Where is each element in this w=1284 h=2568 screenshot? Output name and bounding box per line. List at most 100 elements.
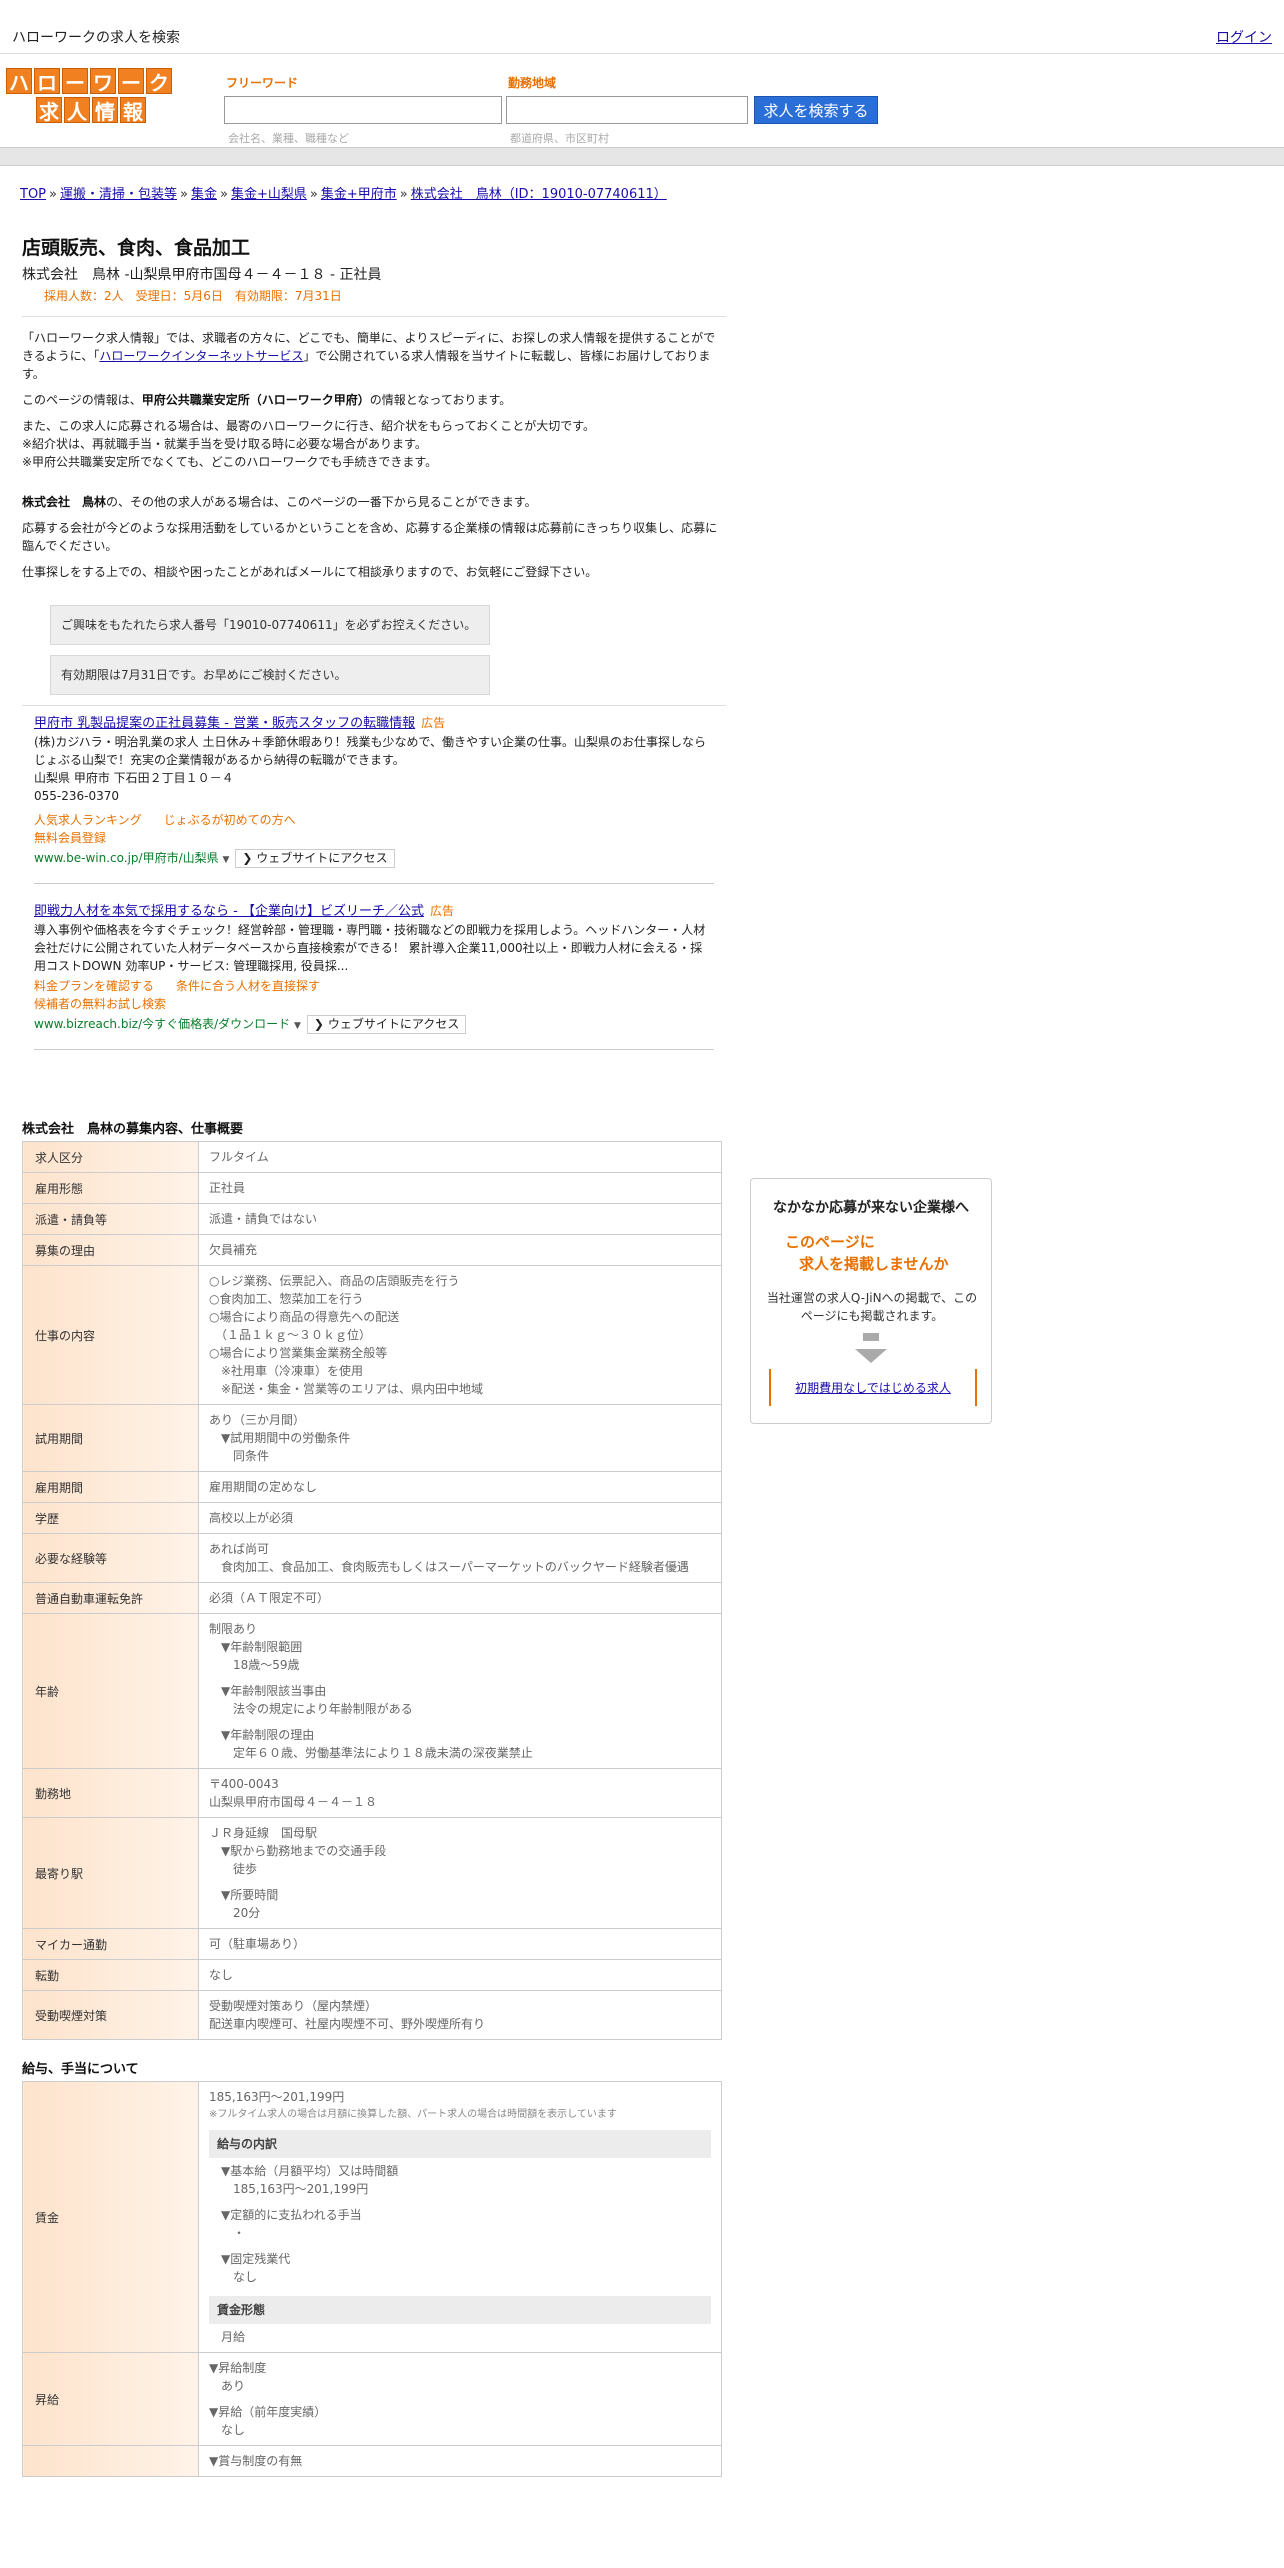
arrow-down-icon <box>855 1349 887 1363</box>
row-value-line <box>209 1718 711 1726</box>
breakdown-head: 給与の内訳 <box>209 2130 711 2158</box>
row-value-line: 高校以上が必須 <box>209 1511 294 1525</box>
row-value-line: ▼年齢制限範囲 <box>209 1640 303 1654</box>
fixed-label: ▼定額的に支払われる手当 <box>221 2208 362 2222</box>
visit-website-label: ウェブサイトにアクセス <box>256 851 388 865</box>
promo-link-box: 初期費用なしではじめる求人 <box>769 1369 977 1406</box>
area-input[interactable] <box>506 96 748 124</box>
salary-table: 賃金 185,163円〜201,199円 ※フルタイム求人の場合は月額に換算した… <box>22 2081 722 2477</box>
source-paragraph: このページの情報は、甲府公共職業安定所（ハローワーク甲府）の情報となっております… <box>22 391 726 409</box>
source-office: 甲府公共職業安定所（ハローワーク甲府） <box>141 393 370 407</box>
row-value: 可（駐車場あり） <box>198 1928 722 1960</box>
breadcrumb-separator: » <box>49 187 57 202</box>
row-value: 185,163円〜201,199円 ※フルタイム求人の場合は月額に換算した額、パ… <box>198 2081 722 2353</box>
row-value-line: 可（駐車場あり） <box>209 1937 306 1951</box>
wage-range: 185,163円〜201,199円 <box>209 2090 345 2104</box>
table-row: ▼賞与制度の有無 <box>22 2445 722 2477</box>
row-key: 派遣・請負等 <box>22 1203 199 1235</box>
source-text: の情報となっております。 <box>369 393 512 407</box>
table-row: 必要な経験等 あれば尚可 食肉加工、食品加工、食肉販売もしくはスーパーマーケットの… <box>22 1533 722 1583</box>
table-row: 賃金 185,163円〜201,199円 ※フルタイム求人の場合は月額に換算した… <box>22 2081 722 2353</box>
breadcrumb-separator: » <box>219 187 228 202</box>
ot-value: なし <box>233 2270 258 2284</box>
ad-sitelink[interactable]: 料金プランを確認する <box>34 979 154 993</box>
row-value-line: 18歳〜59歳 <box>209 1658 300 1672</box>
row-value-line: ＪＲ身延線 国母駅 <box>209 1826 318 1840</box>
intro-paragraph: 「ハローワーク求人情報」では、求職者の方々に、どこでも、簡単に、よりスピーディに… <box>22 329 726 383</box>
ad-sitelink[interactable]: 条件に合う人材を直接探す <box>176 979 320 993</box>
row-value-line: 〒400-0043 <box>209 1777 279 1791</box>
ad-phone[interactable]: 055-236-0370 <box>34 787 714 805</box>
row-value-line: ○場合により商品の得意先への配送 <box>209 1310 400 1324</box>
ad-url[interactable]: www.be-win.co.jp/甲府市/山梨県 <box>34 851 219 865</box>
row-value-line: ▼年齢制限該当事由 <box>209 1684 327 1698</box>
table-row: 雇用形態 正社員 <box>22 1172 722 1204</box>
keyword-hint: 会社名、業種、職種など <box>228 132 349 145</box>
table-row: 雇用期間 雇用期間の定めなし <box>22 1471 722 1503</box>
promo-title: なかなか応募が来ない企業様へ <box>773 1200 969 1216</box>
search-button[interactable]: 求人を検索する <box>754 96 878 124</box>
ad-sitelinks: 料金プランを確認する 条件に合う人材を直接探す <box>34 977 714 995</box>
visit-website-button[interactable]: ❯ ウェブサイトにアクセス <box>235 849 395 868</box>
ad-url[interactable]: www.bizreach.biz/今すぐ価格表/ダウンロード <box>34 1017 290 1031</box>
row-key: 転勤 <box>22 1959 199 1991</box>
breadcrumb-link[interactable]: 運搬・清掃・包装等 <box>60 187 177 202</box>
table-row: 年齢 制限あり ▼年齢制限範囲 18歳〜59歳 ▼年齢制限該当事由 法令の規定によ… <box>22 1613 722 1769</box>
internet-service-link[interactable]: ハローワークインターネットサービス <box>99 349 303 363</box>
visit-website-button[interactable]: ❯ ウェブサイトにアクセス <box>306 1015 467 1034</box>
promo-text: 当社運営の求人Q-JiNへの掲載で、このページにも掲載されます。 <box>766 1291 978 1323</box>
breadcrumb-separator: » <box>399 187 408 202</box>
ad-sitelink[interactable]: じょぶるが初めての方へ <box>164 813 296 827</box>
dropdown-icon[interactable]: ▼ <box>222 855 229 865</box>
breadcrumb-link[interactable]: 集金+山梨県 <box>231 187 307 202</box>
row-value-line: ※社用車（冷凍車）を使用 <box>209 1364 364 1378</box>
visit-website-label: ウェブサイトにアクセス <box>327 1017 460 1031</box>
divider <box>34 883 714 884</box>
base-value: 185,163円〜201,199円 <box>233 2182 369 2196</box>
breadcrumb: TOP» 運搬・清掃・包装等» 集金» 集金+山梨県» 集金+甲府市» 株式会社 鳥林（I… <box>20 183 667 202</box>
job-number-notice: ご興味をもたれたら求人番号「19010-07740611」を必ずお控えください。 <box>50 605 490 645</box>
row-value: ▼賞与制度の有無 <box>198 2445 722 2477</box>
ot-label: ▼固定残業代 <box>221 2252 291 2266</box>
search-bar: ハローワーク 求人情報 フリーワード 会社名、業種、職種など 勤務地域 都道府県… <box>0 54 1284 148</box>
row-key: 求人区分 <box>22 1141 199 1173</box>
row-key: 学歴 <box>22 1502 199 1534</box>
ad-sitelink[interactable]: 人気求人ランキング <box>34 813 142 827</box>
ad-title-link[interactable]: 即戦力人材を本気で採用するなら - 【企業向け】ビズリーチ／公式 <box>34 904 424 919</box>
table-row: 学歴 高校以上が必須 <box>22 1502 722 1534</box>
row-value-line: あれば尚可 <box>209 1542 270 1556</box>
row-value-line: （１品１ｋｇ～３０ｋｇ位） <box>209 1328 372 1342</box>
job-meta: 採用人数：2人 受理日：5月6日 有効期限：7月31日 <box>44 289 342 303</box>
login-link[interactable]: ログイン <box>1216 27 1272 47</box>
breadcrumb-link[interactable]: 集金 <box>191 187 217 202</box>
row-key: 最寄り駅 <box>22 1817 199 1929</box>
overview-title: 株式会社 鳥林の募集内容、仕事概要 <box>22 1122 244 1137</box>
start-recruiting-link[interactable]: 初期費用なしではじめる求人 <box>795 1381 951 1395</box>
row-value-line: ○場合により営業集金業務全般等 <box>209 1346 388 1360</box>
ad-title-link[interactable]: 甲府市 乳製品提案の正社員募集 - 営業・販売スタッフの転職情報 <box>34 716 415 731</box>
logo-char: 求 <box>36 97 62 124</box>
keyword-input[interactable] <box>224 96 502 124</box>
referral-note: ※甲府公共職業安定所でなくても、どこのハローワークでも手続きできます。 <box>22 455 438 469</box>
row-value: 正社員 <box>198 1172 722 1204</box>
breadcrumb-link[interactable]: TOP <box>20 187 46 202</box>
salary-title: 給与、手当について <box>22 2062 139 2077</box>
row-value-line: ▼試用期間中の労働条件 <box>209 1431 351 1445</box>
ad-sitelinks: 人気求人ランキング じょぶるが初めての方へ <box>34 811 714 829</box>
ad-sitelink[interactable]: 候補者の無料お試し検索 <box>34 997 166 1011</box>
row-value: ○レジ業務、伝票記入、商品の店頭販売を行う ○食肉加工、惣菜加工を行う ○場合により… <box>198 1265 722 1405</box>
logo-char: ハ <box>6 68 32 95</box>
ad-sitelink[interactable]: 無料会員登録 <box>34 831 106 845</box>
company-name: 株式会社 鳥林 <box>22 495 107 509</box>
hellowork-logo[interactable]: ハローワーク 求人情報 <box>6 68 178 124</box>
dropdown-icon[interactable]: ▼ <box>294 1021 301 1031</box>
area-hint: 都道府県、市区町村 <box>510 132 609 145</box>
row-key: 勤務地 <box>22 1768 199 1818</box>
breadcrumb-link[interactable]: 株式会社 鳥林（ID：19010-07740611） <box>411 187 667 202</box>
row-value: 受動喫煙対策あり（屋内禁煙） 配送車内喫煙可、社屋内喫煙不可、野外喫煙所有り <box>198 1990 722 2040</box>
arrow-down-icon <box>863 1333 879 1341</box>
ad-block: 甲府市 乳製品提案の正社員募集 - 営業・販売スタッフの転職情報 広告 (株)カジ… <box>34 714 714 869</box>
logo-char: 報 <box>120 97 146 124</box>
breadcrumb-link[interactable]: 集金+甲府市 <box>321 187 397 202</box>
wage-note: ※フルタイム求人の場合は月額に換算した額、パート求人の場合は時間額を表示していま… <box>209 2109 617 2120</box>
